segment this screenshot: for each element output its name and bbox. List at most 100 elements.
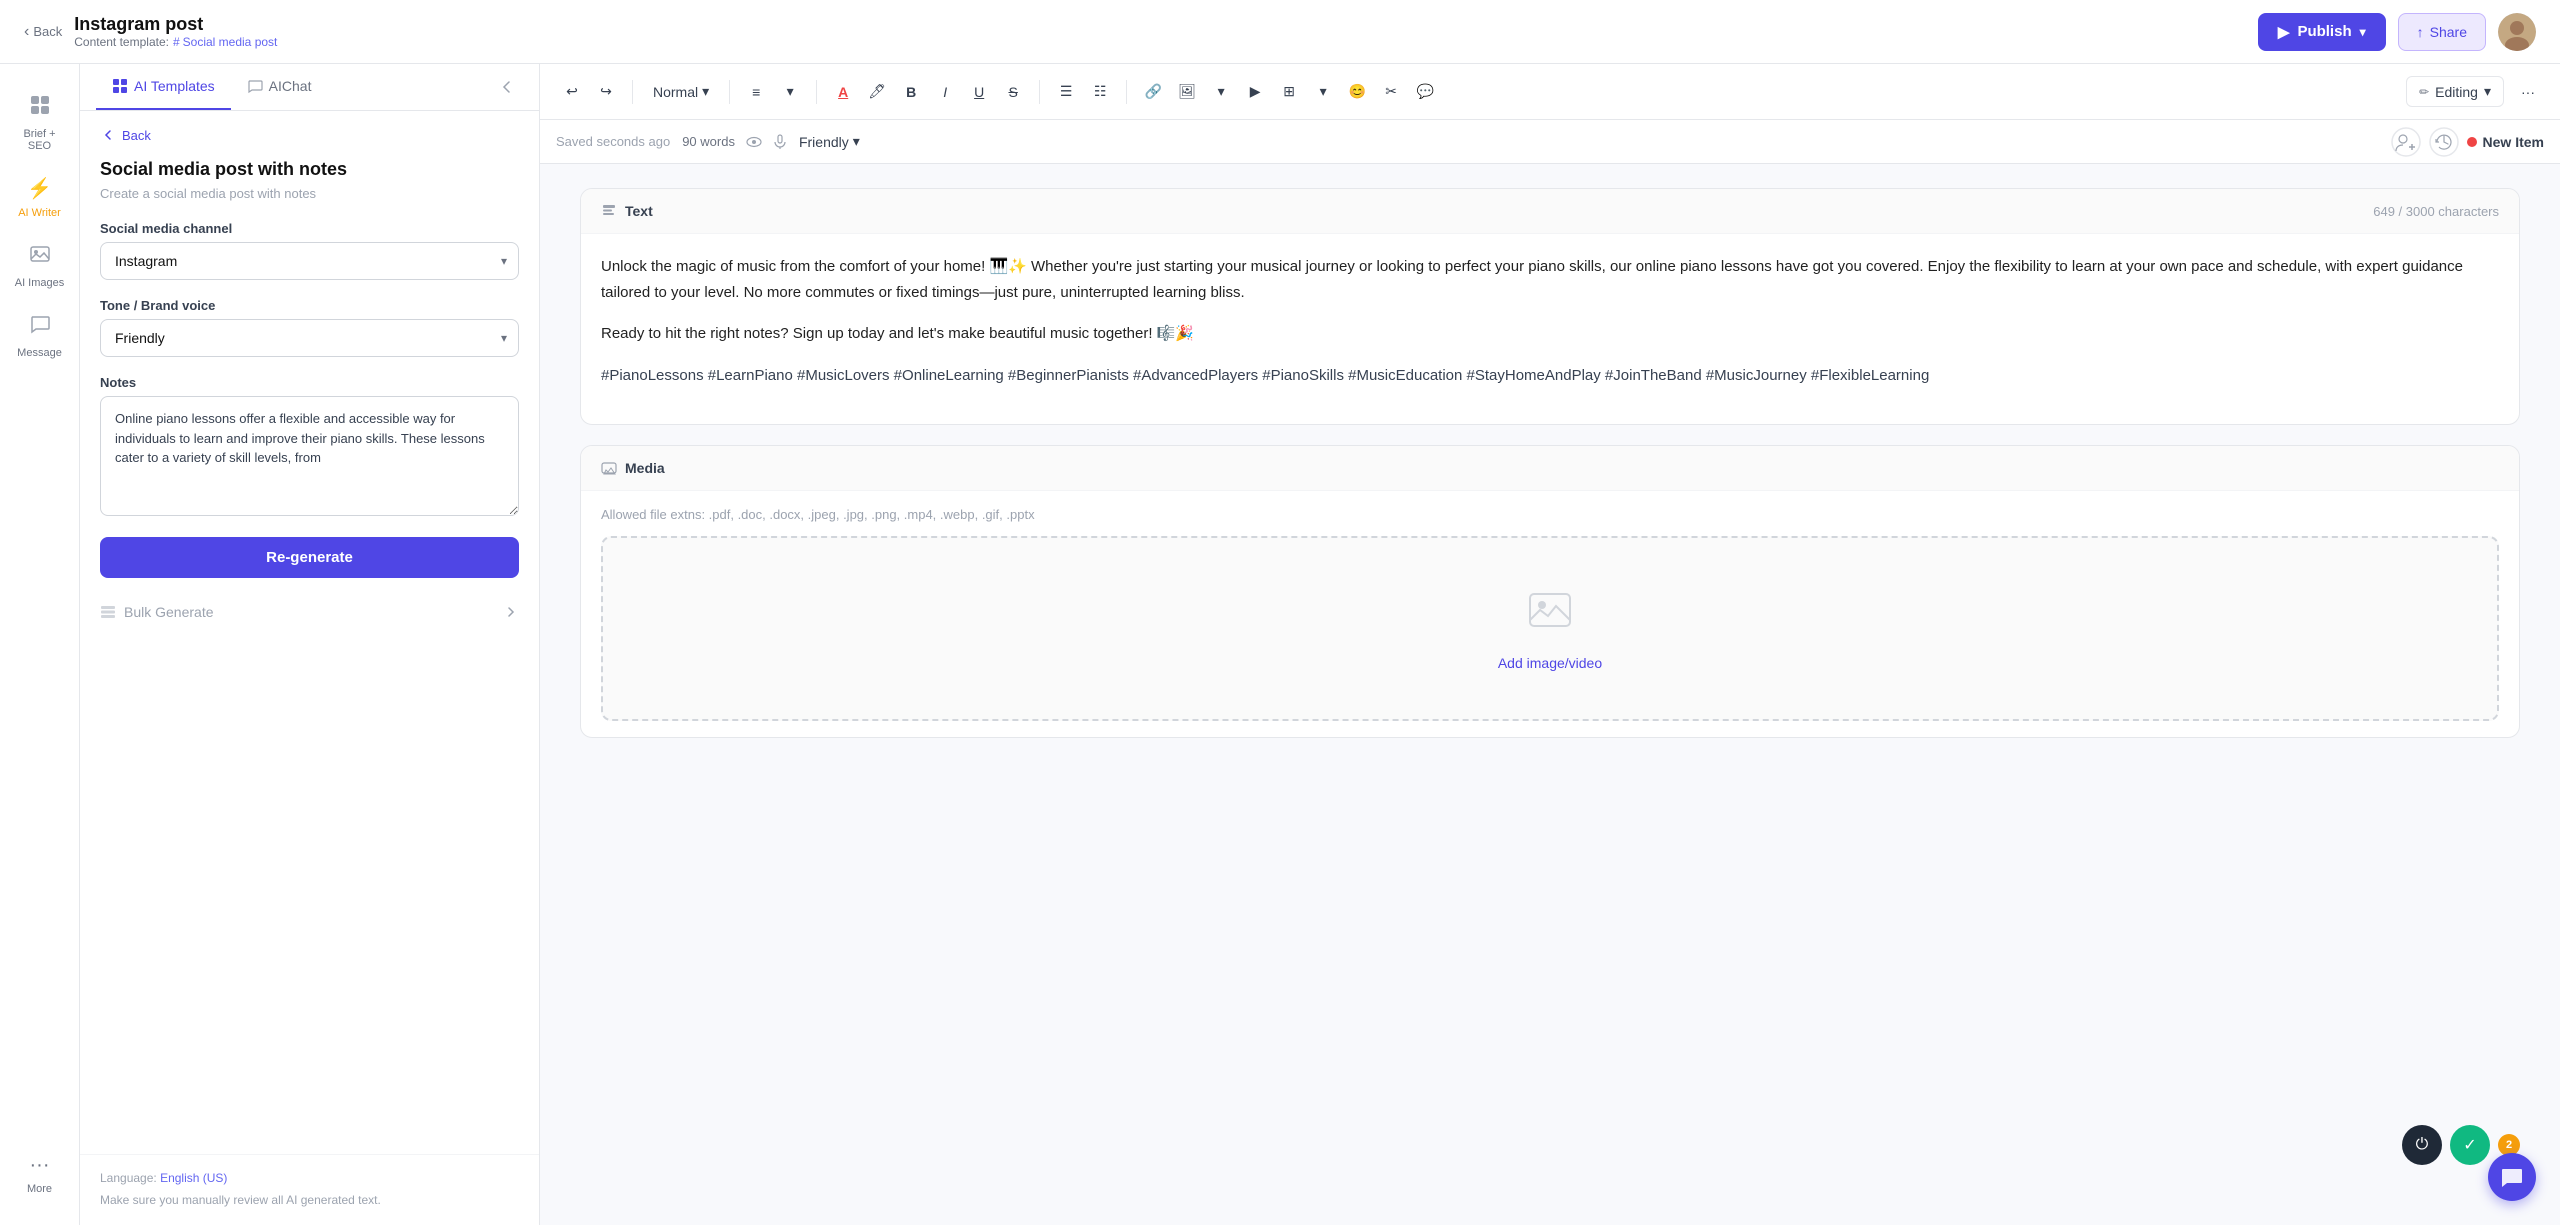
more-icon: ··· (30, 1154, 50, 1177)
page-title: Instagram post (74, 14, 277, 35)
align-chevron-button[interactable]: ▾ (774, 76, 806, 108)
panel-back-label: Back (122, 128, 151, 143)
sidebar-item-message[interactable]: Message (5, 303, 75, 369)
table-button[interactable]: ⊞ (1273, 76, 1305, 108)
link-button[interactable]: 🔗 (1137, 76, 1169, 108)
history-icon[interactable] (2429, 127, 2459, 157)
status-icons (745, 133, 789, 151)
sidebar-item-more[interactable]: ··· More (5, 1144, 75, 1205)
editing-button[interactable]: ✏ Editing ▾ (2406, 76, 2504, 107)
bullet-list-button[interactable]: ☰ (1050, 76, 1082, 108)
new-item-badge: New Item (2467, 134, 2544, 150)
eye-icon[interactable] (745, 133, 763, 151)
panel-content: Back Social media post with notes Create… (80, 111, 539, 1154)
media-block-header: Media (581, 446, 2519, 491)
tone-label: Friendly (799, 134, 849, 150)
notes-textarea[interactable]: Online piano lessons offer a flexible an… (100, 396, 519, 516)
align-button[interactable]: ≡ (740, 76, 772, 108)
channel-select[interactable]: Instagram Facebook Twitter LinkedIn (100, 242, 519, 280)
panel-back-button[interactable]: Back (100, 127, 519, 143)
cut-button[interactable]: ✂ (1375, 76, 1407, 108)
panel-collapse-button[interactable] (491, 71, 523, 103)
avatar[interactable] (2498, 13, 2536, 51)
upload-area[interactable]: Add image/video (601, 536, 2499, 721)
share-icon: ↑ (2417, 24, 2424, 40)
style-dropdown[interactable]: Normal ▾ (643, 79, 719, 104)
power-fab[interactable]: ⏻ (2402, 1125, 2442, 1165)
sidebar-item-ai-writer[interactable]: ⚡ AI Writer (5, 166, 75, 229)
undo-button[interactable]: ↩ (556, 76, 588, 108)
text-block-title: Text (625, 203, 653, 219)
topbar-right: ▶ Publish ▾ ↑ Share (2258, 13, 2536, 51)
toolbar-divider-5 (1126, 80, 1127, 104)
numbered-list-button[interactable]: ☷ (1084, 76, 1116, 108)
notes-field: Notes Online piano lessons offer a flexi… (100, 375, 519, 519)
strikethrough-button[interactable]: S (997, 76, 1029, 108)
tone-select-wrapper: Friendly Professional Casual Formal ▾ (100, 319, 519, 357)
sidebar-item-brief-seo[interactable]: Brief + SEO (5, 84, 75, 162)
emoji-button[interactable]: 😊 (1341, 76, 1373, 108)
back-button[interactable]: ‹ Back (24, 23, 62, 41)
back-arrow-icon: ‹ (24, 23, 29, 41)
brief-seo-icon (29, 94, 51, 122)
bold-button[interactable]: B (895, 76, 927, 108)
paragraph-2: Ready to hit the right notes? Sign up to… (601, 321, 2499, 347)
template-link[interactable]: # Social media post (173, 35, 277, 49)
message-icon (29, 313, 51, 341)
layout: Brief + SEO ⚡ AI Writer AI Images Mess (0, 0, 2560, 1225)
media-block-body: Allowed file extns: .pdf, .doc, .docx, .… (581, 491, 2519, 737)
user-add-icon[interactable] (2391, 127, 2421, 157)
bulk-generate-section[interactable]: Bulk Generate (100, 594, 519, 630)
chat-bubble-button[interactable] (2488, 1153, 2536, 1201)
sidebar-item-ai-images[interactable]: AI Images (5, 233, 75, 299)
tone-chevron-icon: ▾ (853, 133, 860, 150)
ai-writer-label: AI Writer (18, 207, 61, 219)
toolbar-divider-3 (816, 80, 817, 104)
share-button[interactable]: ↑ Share (2398, 13, 2486, 51)
publish-button[interactable]: ▶ Publish ▾ (2258, 13, 2386, 51)
template-name: Social media post (183, 35, 278, 49)
editor-statusbar: Saved seconds ago 90 words Friendly ▾ (540, 120, 2560, 164)
ai-templates-tab-icon (112, 78, 128, 94)
text-content[interactable]: Unlock the magic of music from the comfo… (601, 254, 2499, 388)
publish-chevron-icon: ▾ (2360, 25, 2366, 39)
channel-field: Social media channel Instagram Facebook … (100, 221, 519, 280)
more-options-button[interactable]: ··· (2512, 76, 2544, 108)
text-block-title-row: Text (601, 203, 653, 219)
play-button[interactable]: ▶ (1239, 76, 1271, 108)
redo-button[interactable]: ↪ (590, 76, 622, 108)
tone-selector-button[interactable]: Friendly ▾ (789, 129, 870, 154)
disclaimer: Make sure you manually review all AI gen… (100, 1191, 519, 1209)
statusbar-right: New Item (2391, 127, 2544, 157)
publish-icon: ▶ (2278, 23, 2290, 41)
tab-ai-templates[interactable]: AI Templates (96, 64, 231, 110)
tone-label: Tone / Brand voice (100, 298, 519, 313)
regenerate-button[interactable]: Re-generate (100, 537, 519, 578)
italic-button[interactable]: I (929, 76, 961, 108)
check-fab[interactable]: ✓ (2450, 1125, 2490, 1165)
image-chevron-button[interactable]: ▾ (1205, 76, 1237, 108)
mic-icon[interactable] (771, 133, 789, 151)
comment-button[interactable]: 💬 (1409, 76, 1441, 108)
new-item-label: New Item (2483, 134, 2544, 150)
editing-chevron-icon: ▾ (2484, 83, 2491, 100)
upload-label: Add image/video (1498, 655, 1602, 671)
toolbar-align: ≡ ▾ (740, 76, 806, 108)
toolbar-lists: ☰ ☷ (1050, 76, 1116, 108)
language-link[interactable]: English (US) (160, 1171, 227, 1185)
underline-button[interactable]: U (963, 76, 995, 108)
image-button[interactable]: 🖼 (1171, 76, 1203, 108)
tone-select[interactable]: Friendly Professional Casual Formal (100, 319, 519, 357)
upload-icon (1526, 586, 1574, 643)
table-chevron-button[interactable]: ▾ (1307, 76, 1339, 108)
text-block: Text 649 / 3000 characters Unlock the ma… (580, 188, 2520, 425)
topbar-title-group: Instagram post Content template: # Socia… (74, 14, 277, 49)
font-color-button[interactable]: A (827, 76, 859, 108)
message-label: Message (17, 347, 62, 359)
editor-toolbar: ↩ ↪ Normal ▾ ≡ ▾ A 🖊 B I U S (540, 64, 2560, 120)
bulk-generate-icon (100, 604, 116, 620)
media-block-title: Media (625, 460, 665, 476)
tab-aichat[interactable]: AIChat (231, 64, 328, 110)
highlight-button[interactable]: 🖊 (861, 76, 893, 108)
edit-pencil-icon: ✏ (2419, 85, 2429, 99)
